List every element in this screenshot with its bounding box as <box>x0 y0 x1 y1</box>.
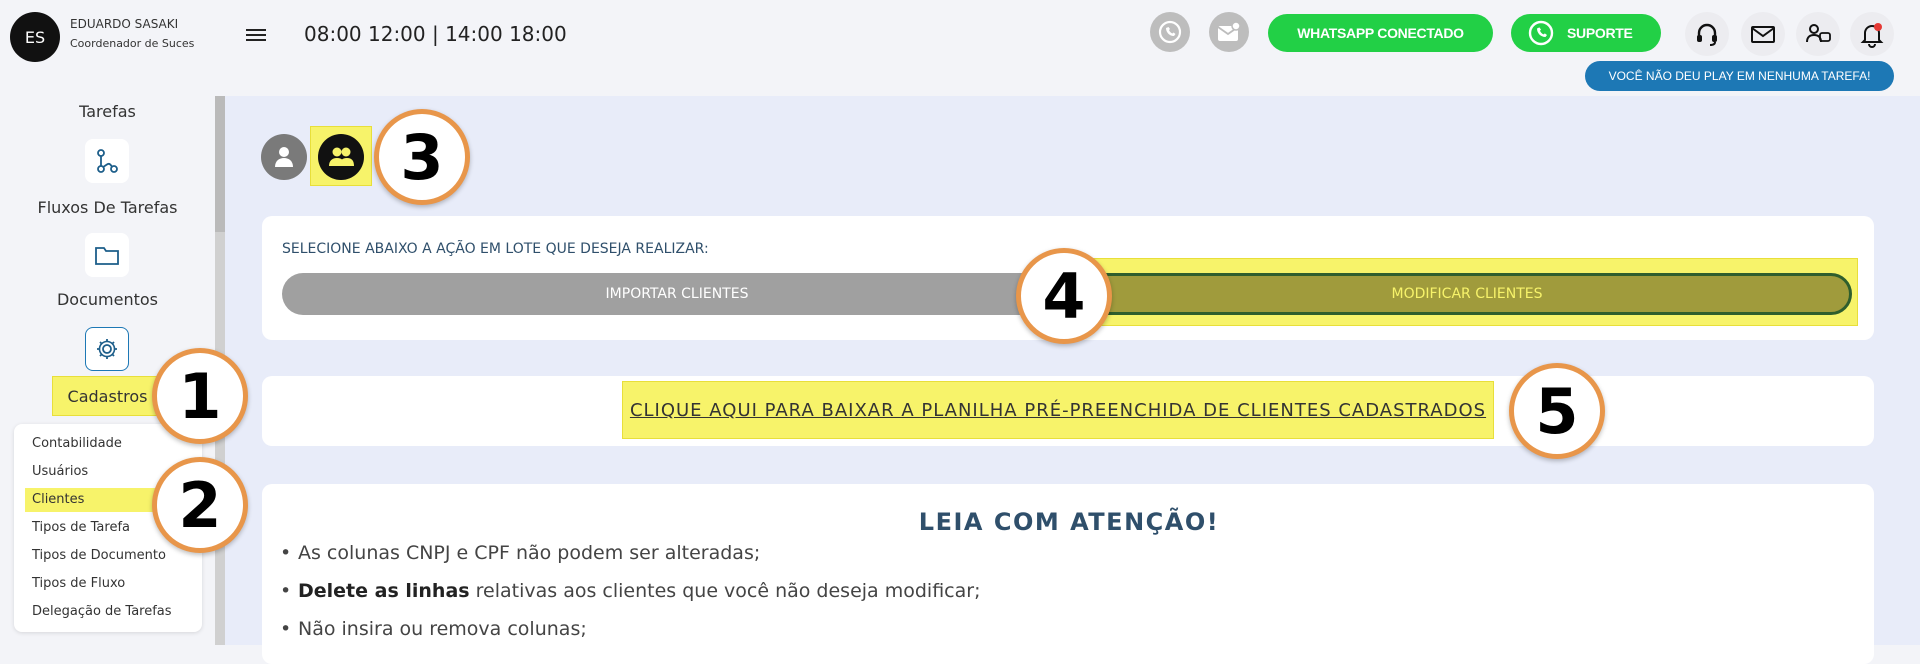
sidebar-item-documentos[interactable]: Documentos <box>0 290 215 309</box>
download-spreadsheet-link[interactable]: CLIQUE AQUI PARA BAIXAR A PLANILHA PRÉ-P… <box>630 400 1486 421</box>
workflow-icon[interactable] <box>85 139 129 183</box>
hamburger-menu-icon[interactable] <box>246 26 270 46</box>
submenu-tipos-documento[interactable]: Tipos de Documento <box>32 548 166 563</box>
modify-clients-button[interactable]: MODIFICAR CLIENTES <box>1082 273 1852 315</box>
callout-2: 2 <box>152 457 248 553</box>
submenu-usuarios[interactable]: Usuários <box>32 464 88 479</box>
callout-4: 4 <box>1016 248 1112 344</box>
mail-status-icon[interactable] <box>1209 12 1249 52</box>
sidebar-scrollbar-thumb[interactable] <box>215 96 225 232</box>
instructions-title: LEIA COM ATENÇÃO! <box>918 508 1220 536</box>
whatsapp-connected-button[interactable]: WHATSAPP CONECTADO <box>1268 14 1493 52</box>
bell-icon[interactable] <box>1850 12 1894 56</box>
no-task-notification[interactable]: VOCÊ NÃO DEU PLAY EM NENHUMA TAREFA! <box>1585 61 1894 91</box>
submenu-delegacao[interactable]: Delegação de Tarefas <box>32 604 172 619</box>
support-label: SUPORTE <box>1567 25 1633 41</box>
headset-icon[interactable] <box>1685 12 1729 56</box>
batch-action-prompt: SELECIONE ABAIXO A AÇÃO EM LOTE QUE DESE… <box>282 241 709 257</box>
instruction-item: As colunas CNPJ e CPF não podem ser alte… <box>280 542 760 564</box>
support-button[interactable]: SUPORTE <box>1511 14 1661 52</box>
user-role: Coordenador de Suces <box>70 37 195 50</box>
user-chat-icon[interactable] <box>1796 12 1840 56</box>
callout-5: 5 <box>1509 363 1605 459</box>
single-client-icon[interactable] <box>261 134 307 180</box>
callout-3: 3 <box>374 109 470 205</box>
instruction-item: Não insira ou remova colunas; <box>280 618 587 640</box>
submenu-tipos-fluxo[interactable]: Tipos de Fluxo <box>32 576 125 591</box>
avatar[interactable]: ES <box>10 12 60 62</box>
whatsapp-status-icon[interactable] <box>1150 12 1190 52</box>
gear-icon[interactable] <box>85 327 129 371</box>
envelope-icon[interactable] <box>1741 12 1785 56</box>
callout-1: 1 <box>152 348 248 444</box>
import-clients-button[interactable]: IMPORTAR CLIENTES <box>282 273 1072 315</box>
download-spreadsheet-area: CLIQUE AQUI PARA BAIXAR A PLANILHA PRÉ-P… <box>622 381 1494 439</box>
top-header: ES EDUARDO SASAKI Coordenador de Suces 0… <box>0 0 1920 96</box>
submenu-contabilidade[interactable]: Contabilidade <box>32 436 122 451</box>
sidebar-item-tarefas[interactable]: Tarefas <box>0 102 215 121</box>
user-name: EDUARDO SASAKI <box>70 17 179 31</box>
sidebar-item-fluxos[interactable]: Fluxos De Tarefas <box>0 198 215 217</box>
whatsapp-icon <box>1528 20 1554 46</box>
batch-clients-icon[interactable] <box>318 134 364 180</box>
submenu-clientes[interactable]: Clientes <box>32 492 84 507</box>
submenu-tipos-tarefa[interactable]: Tipos de Tarefa <box>32 520 130 535</box>
instruction-item: Delete as linhas relativas aos clientes … <box>280 580 980 602</box>
working-hours: 08:00 12:00 | 14:00 18:00 <box>304 22 567 46</box>
folder-icon[interactable] <box>85 233 129 277</box>
